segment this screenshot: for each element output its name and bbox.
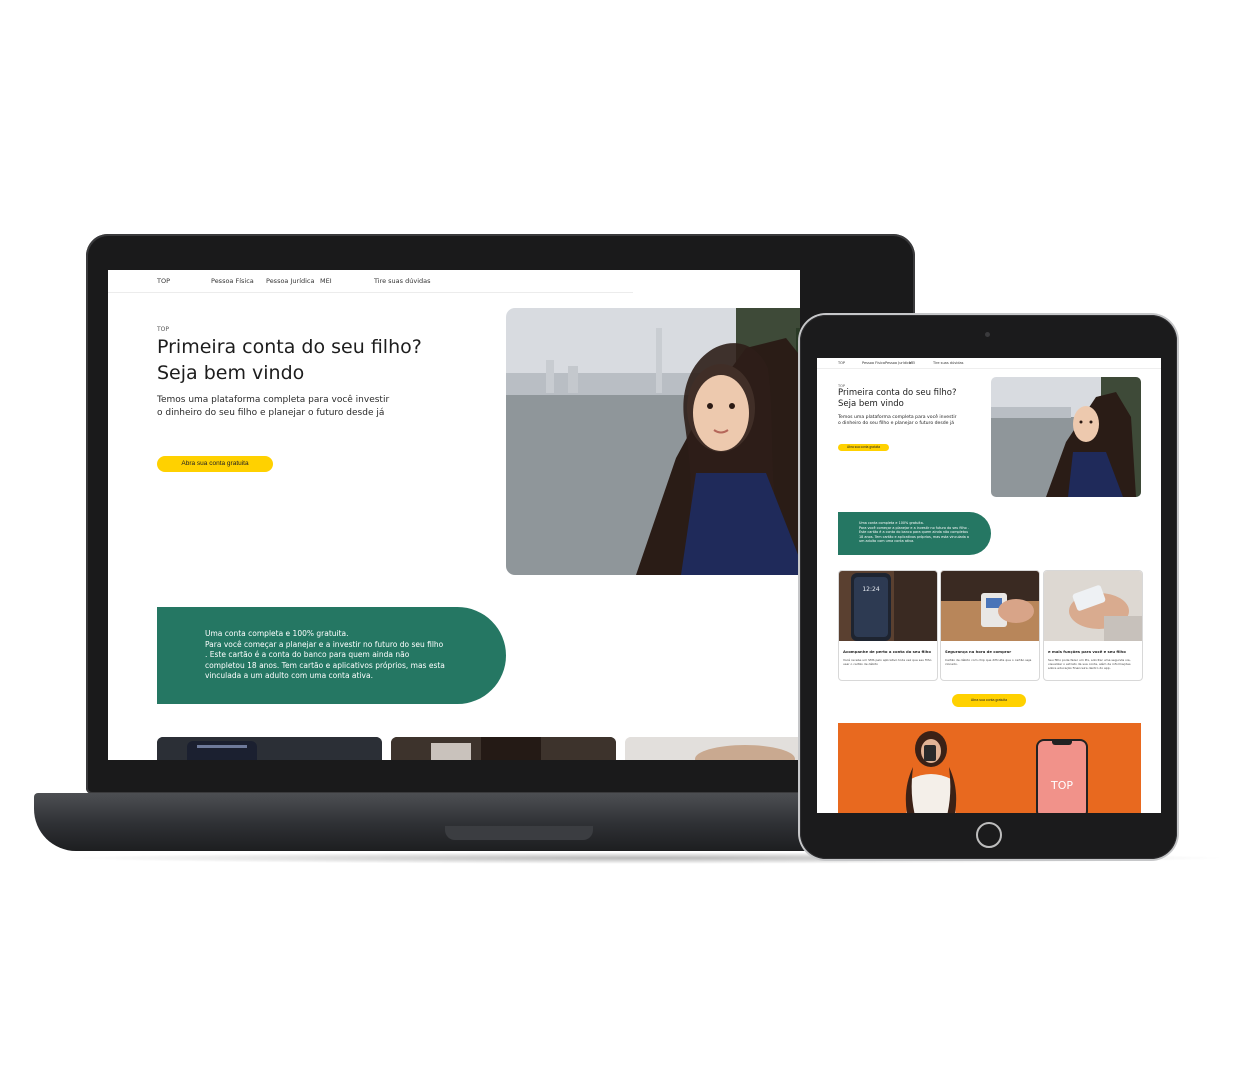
laptop-screen: TOP Pessoa Física Pessoa Jurídica MEI Ti… [108,270,800,760]
tablet-open-account-button[interactable]: Abra sua conta gratuita [838,444,889,451]
tablet-hero-subtitle: Temos uma plataforma completa para você … [838,415,978,427]
top-nav: TOP Pessoa Física Pessoa Jurídica MEI Ti… [108,270,633,293]
nav-item-help[interactable]: Tire suas dúvidas [374,277,431,285]
promo-phone-label: TOP [1050,779,1073,792]
feature-card-2-desc: Cartão de débito com chip que dificulta … [945,658,1032,666]
hero-title: Primeira conta do seu filho? Seja bem vi… [157,334,457,386]
card-preview-3[interactable] [625,737,800,760]
tablet-nav-help[interactable]: Tire suas dúvidas [933,361,963,365]
card-preview-2[interactable] [391,737,616,760]
hero-subtitle: Temos uma plataforma completa para você … [157,394,457,420]
tablet-open-account-button-2[interactable]: Abra sua conta gratuita [952,694,1026,707]
info-banner: Uma conta completa e 100% gratuita. Para… [157,607,506,704]
tablet-top-nav: TOP Pessoa Física Pessoa Jurídica MEI Ti… [817,358,1161,369]
tablet-info-body: Para você começar a planejar e a investi… [859,525,969,544]
hero-title-line1: Primeira conta do seu filho? [157,336,422,358]
open-account-button[interactable]: Abra sua conta gratuita [157,456,273,472]
feature-card-3[interactable]: e mais funções para você e seu filho Seu… [1043,570,1143,681]
hero-kicker: TOP [157,326,170,333]
phone-clock: 12:24 [862,586,879,593]
feature-card-1[interactable]: 12:24 Acompanhe de perto a conta do seu … [838,570,938,681]
tablet-hero-subtitle-line2: o dinheiro do seu filho e planejar o fut… [838,421,955,427]
tablet-info-banner: Uma conta completa e 100% gratuita. Para… [838,512,991,555]
laptop-notch [445,826,593,840]
promo-phone-notch [1052,741,1072,745]
nav-item-mei[interactable]: MEI [320,277,332,285]
feature-card-3-image [1044,571,1142,641]
feature-card-2-image [941,571,1039,641]
promo-phone: TOP [1036,739,1088,813]
tablet-nav-pessoa-fisica[interactable]: Pessoa Física [862,361,885,365]
tablet-camera [985,332,990,337]
hero-subtitle-line1: Temos uma plataforma completa para você … [157,395,390,405]
hero-subtitle-line2: o dinheiro do seu filho e planejar o fut… [157,408,385,418]
tablet-nav-pessoa-juridica[interactable]: Pessoa Jurídica [885,361,911,365]
nav-item-pessoa-juridica[interactable]: Pessoa Jurídica [266,277,315,285]
hero-title-line2: Seja bem vindo [157,362,305,384]
tablet-hero-title: Primeira conta do seu filho? Seja bem vi… [838,388,988,410]
feature-card-3-desc: Seu filho pode fazer um Pix, solicitar u… [1048,658,1131,670]
feature-card-3-title: e mais funções para você e seu filho [1048,649,1126,654]
info-body: Para você começar a planejar e a investi… [205,639,445,681]
tablet-nav-brand[interactable]: TOP [838,361,845,365]
feature-card-1-image: 12:24 [839,571,937,641]
promo-banner: TOP [838,723,1141,813]
feature-card-1-desc: Você recebe um SMS pelo aplicativo toda … [843,658,932,666]
card-preview-1[interactable] [157,737,382,760]
tablet-screen: TOP Pessoa Física Pessoa Jurídica MEI Ti… [817,358,1161,813]
hero-photo [506,308,800,575]
feature-card-2[interactable]: Segurança na hora de comprar Cartão de d… [940,570,1040,681]
tablet-nav-mei[interactable]: MEI [909,361,915,365]
tablet-hero-title-line1: Primeira conta do seu filho? [838,388,957,398]
feature-card-1-title: Acompanhe de perto a conta do seu filho [843,649,931,654]
tablet-home-button[interactable] [976,822,1002,848]
feature-card-2-title: Segurança na hora de comprar [945,649,1012,654]
nav-brand[interactable]: TOP [157,277,170,285]
tablet-hero-title-line2: Seja bem vindo [838,399,904,409]
nav-item-pessoa-fisica[interactable]: Pessoa Física [211,277,254,285]
tablet-hero-photo [991,377,1141,497]
info-line1: Uma conta completa e 100% gratuita. [205,629,349,638]
promo-person-image [891,727,971,813]
